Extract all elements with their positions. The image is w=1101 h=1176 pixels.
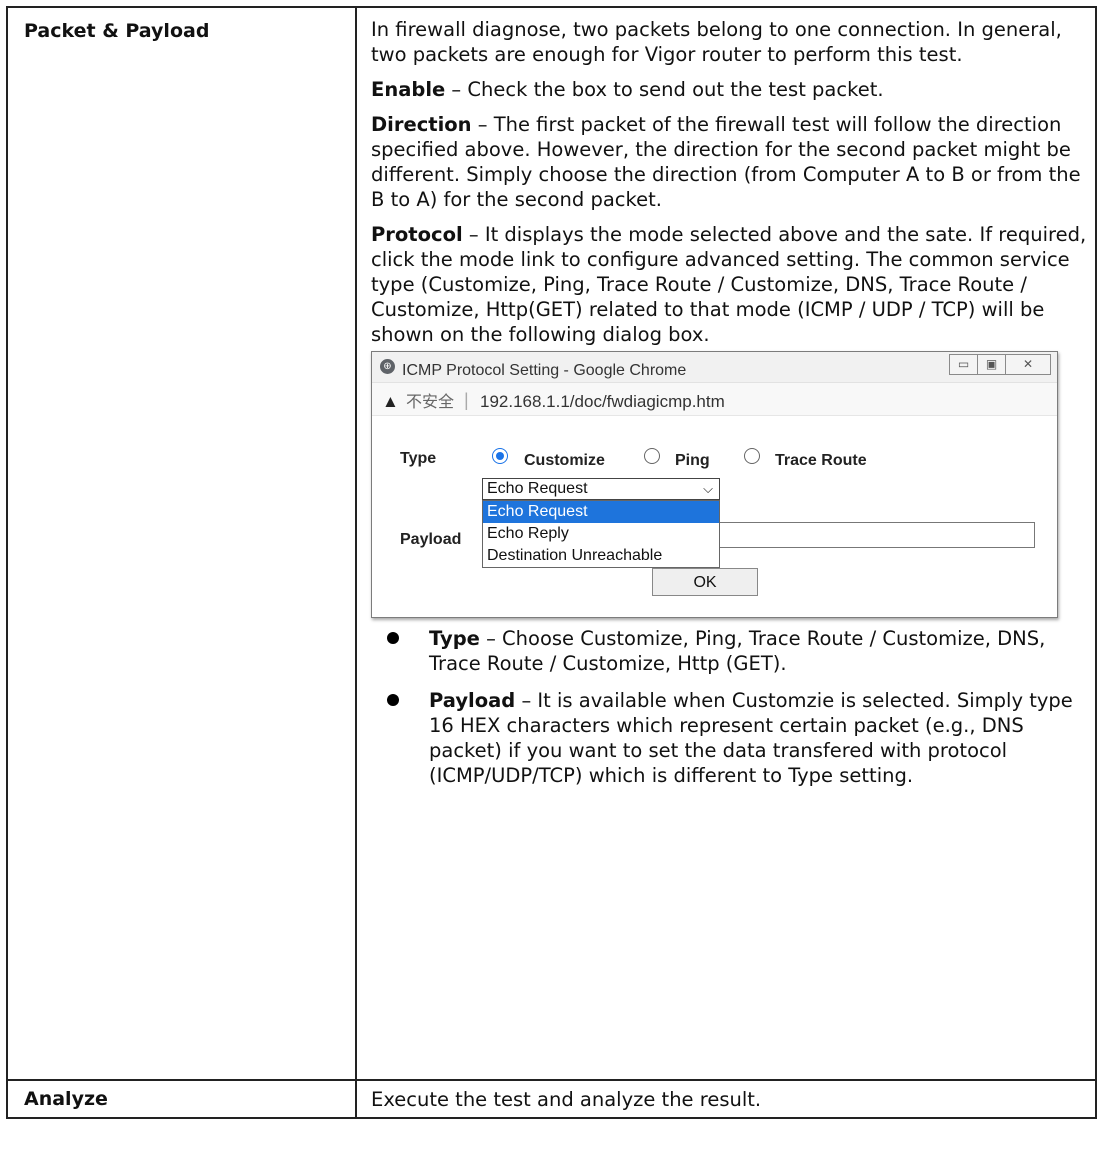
row-description-cell: Execute the test and analyze the result. xyxy=(355,1079,1097,1119)
bullet-list: Type – Choose Customize, Ping, Trace Rou… xyxy=(371,626,1087,788)
dropdown-option-destination-unreachable[interactable]: Destination Unreachable xyxy=(483,545,719,567)
payload-text: – It is available when Customzie is sele… xyxy=(429,689,1073,787)
chrome-globe-icon: ⊕ xyxy=(380,359,395,374)
payload-term: Payload xyxy=(429,689,516,712)
row-title-cell: Packet & Payload xyxy=(6,6,357,1081)
row-title: Analyze xyxy=(24,1088,108,1110)
insecure-label: 不安全 xyxy=(406,394,455,411)
row-title: Packet & Payload xyxy=(24,20,210,42)
close-icon[interactable]: ✕ xyxy=(1005,354,1051,375)
bullet-icon xyxy=(387,632,399,644)
direction-paragraph: Direction – The first packet of the fire… xyxy=(371,112,1087,212)
radio-trace-route[interactable] xyxy=(744,448,760,464)
type-term: Type xyxy=(429,627,480,650)
warning-icon: ▲ xyxy=(382,392,399,411)
ok-button[interactable]: OK xyxy=(652,568,758,596)
minimize-icon[interactable]: ▭ xyxy=(949,354,978,375)
protocol-term: Protocol xyxy=(371,223,463,246)
bullet-icon xyxy=(387,694,399,706)
icmp-type-select[interactable]: Echo Request ⌵ xyxy=(482,478,720,500)
enable-text: – Check the box to send out the test pac… xyxy=(445,78,884,101)
radio-ping-label: Ping xyxy=(675,452,710,469)
address-separator: | xyxy=(464,390,469,410)
radio-ping[interactable] xyxy=(644,448,660,464)
direction-term: Direction xyxy=(371,113,472,136)
enable-term: Enable xyxy=(371,78,446,101)
payload-label: Payload xyxy=(400,531,462,548)
table-row-analyze: Analyze Execute the test and analyze the… xyxy=(6,1079,1097,1119)
icmp-type-dropdown-list: Echo Request Echo Reply Destination Unre… xyxy=(482,500,720,568)
radio-customize-label: Customize xyxy=(524,452,605,469)
dropdown-option-echo-reply[interactable]: Echo Reply xyxy=(483,523,719,545)
address-bar: ▲ 不安全 | 192.168.1.1/doc/fwdiagicmp.htm xyxy=(372,383,1057,416)
table-row-packet-payload: Packet & Payload In firewall diagnose, t… xyxy=(6,6,1097,1081)
dialog-url[interactable]: 192.168.1.1/doc/fwdiagicmp.htm xyxy=(480,389,725,414)
enable-paragraph: Enable – Check the box to send out the t… xyxy=(371,77,1087,102)
icmp-type-select-value: Echo Request xyxy=(487,480,588,497)
radio-trace-route-label: Trace Route xyxy=(775,452,867,469)
radio-customize[interactable] xyxy=(492,448,508,464)
type-label: Type xyxy=(400,450,437,467)
intro-paragraph: In firewall diagnose, two packets belong… xyxy=(371,18,1062,66)
maximize-icon[interactable]: ▣ xyxy=(977,354,1006,375)
list-item-type: Type – Choose Customize, Ping, Trace Rou… xyxy=(371,626,1087,676)
protocol-paragraph: Protocol – It displays the mode selected… xyxy=(371,222,1087,347)
direction-text: – The first packet of the firewall test … xyxy=(371,113,1081,211)
row-description-cell: In firewall diagnose, two packets belong… xyxy=(355,6,1097,1081)
protocol-text: – It displays the mode selected above an… xyxy=(371,223,1087,346)
dropdown-option-echo-request[interactable]: Echo Request xyxy=(483,501,719,523)
type-text: – Choose Customize, Ping, Trace Route / … xyxy=(429,627,1046,675)
icmp-dialog-screenshot: ⊕ ICMP Protocol Setting - Google Chrome … xyxy=(371,351,1058,618)
row-title-cell: Analyze xyxy=(6,1079,357,1119)
dialog-window-title: ICMP Protocol Setting - Google Chrome xyxy=(402,362,687,379)
list-item-payload: Payload – It is available when Customzie… xyxy=(371,688,1087,788)
analyze-text: Execute the test and analyze the result. xyxy=(371,1088,762,1111)
parameter-table: Packet & Payload In firewall diagnose, t… xyxy=(6,6,1097,1119)
window-controls: ▭ ▣ ✕ xyxy=(949,354,1051,375)
chevron-down-icon: ⌵ xyxy=(703,481,713,496)
dialog-titlebar: ⊕ ICMP Protocol Setting - Google Chrome … xyxy=(372,352,1057,383)
